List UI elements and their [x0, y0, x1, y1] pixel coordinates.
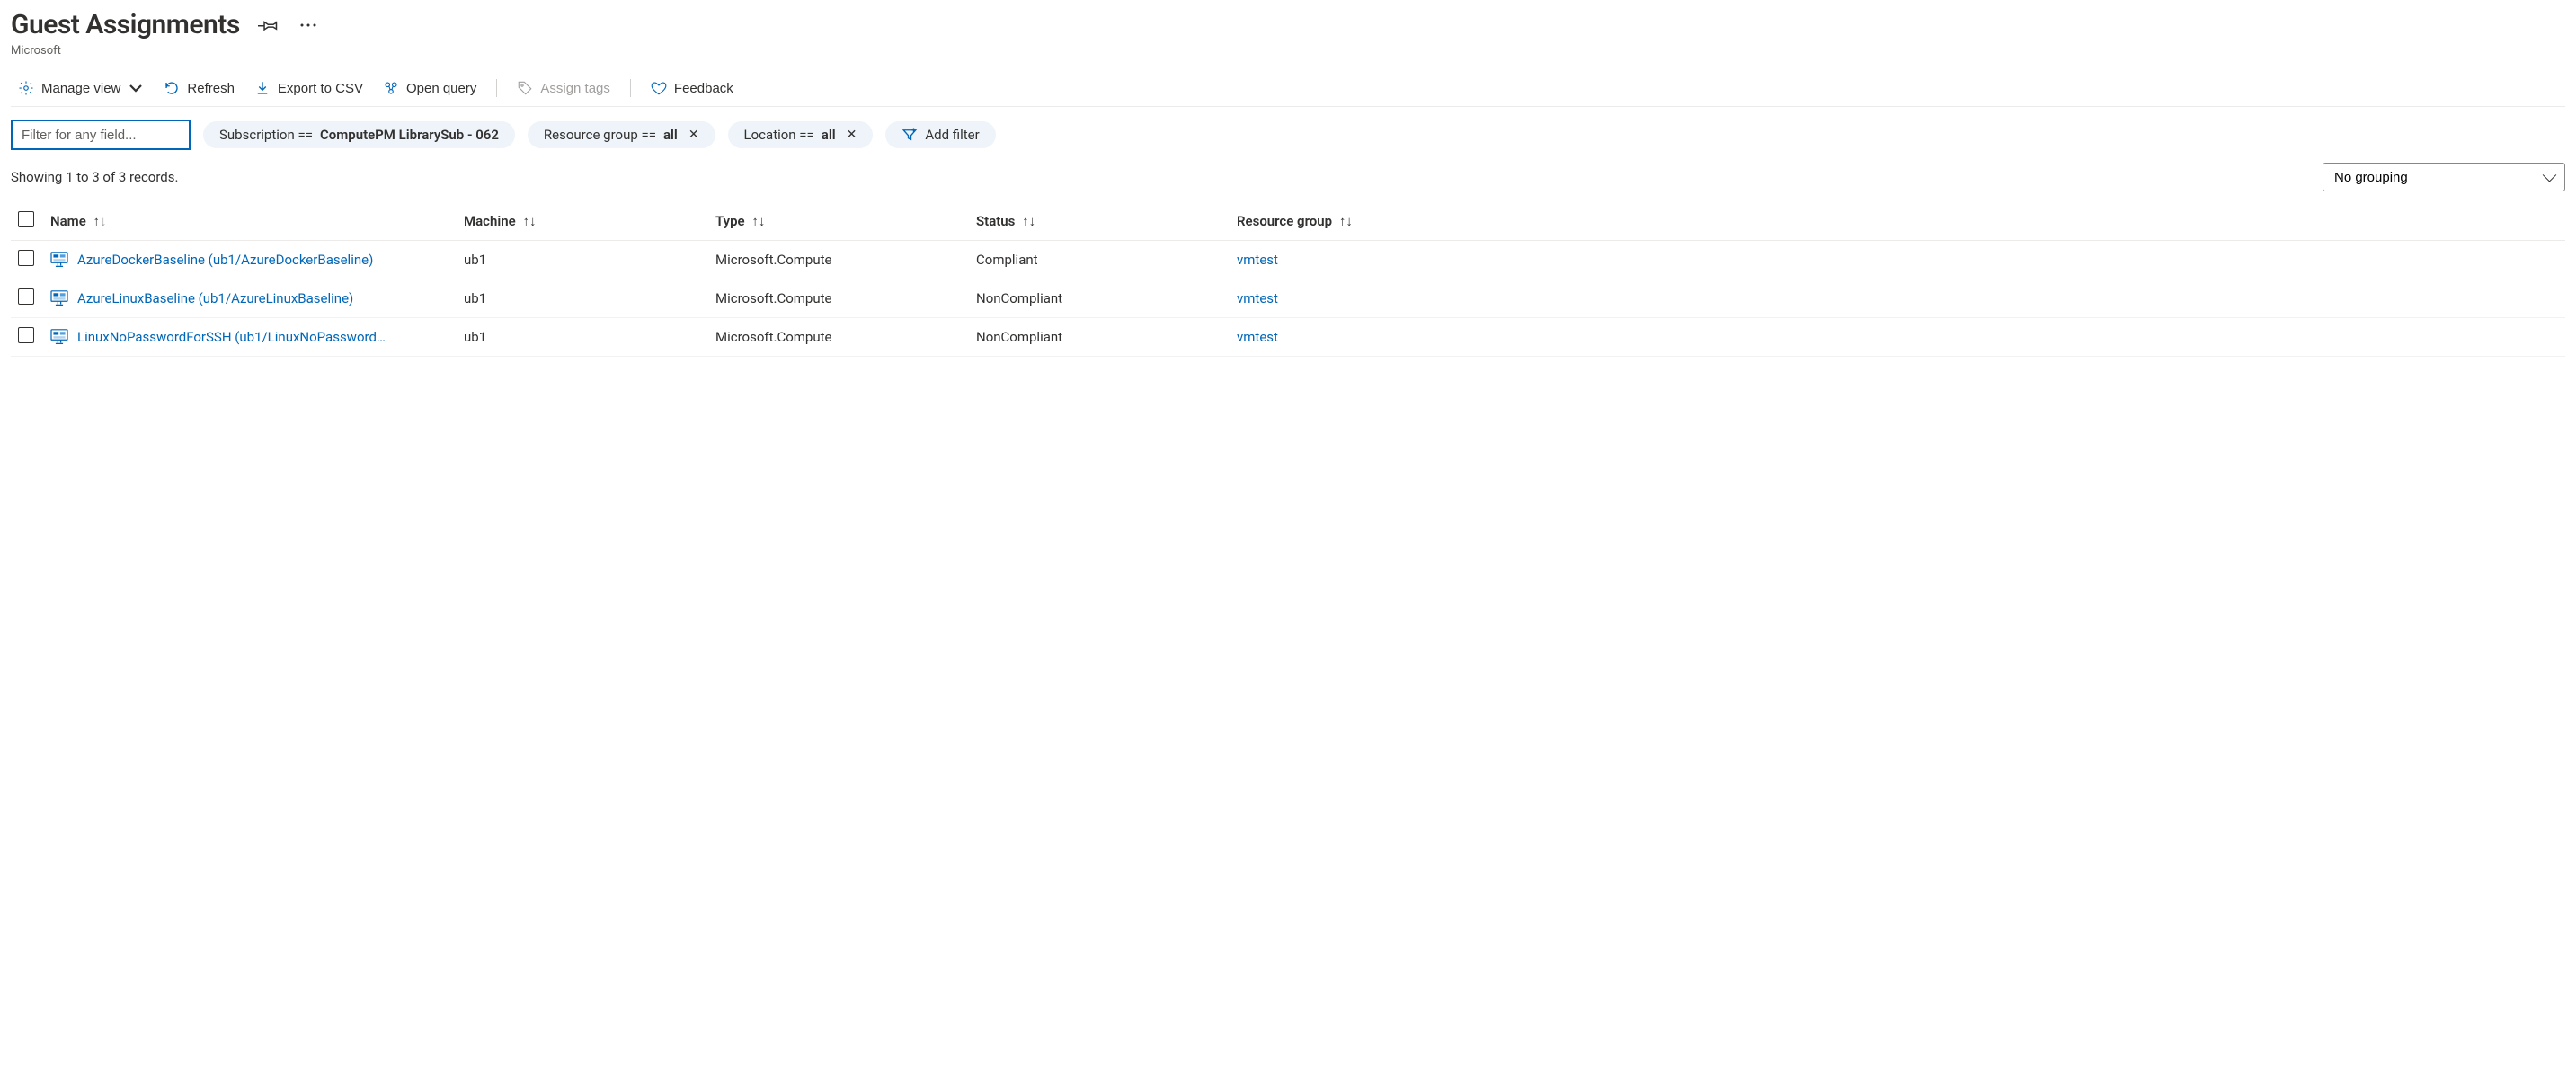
cell-type: Microsoft.Compute [708, 318, 969, 357]
assignment-name-link[interactable]: AzureDockerBaseline (ub1/AzureDockerBase… [77, 252, 373, 268]
resource-group-link[interactable]: vmtest [1237, 329, 1278, 345]
row-checkbox[interactable] [18, 288, 34, 305]
vm-icon [50, 252, 68, 268]
assignment-name-link[interactable]: AzureLinuxBaseline (ub1/AzureLinuxBaseli… [77, 290, 353, 306]
cell-machine: ub1 [457, 279, 708, 318]
close-icon[interactable]: ✕ [847, 128, 857, 142]
more-icon[interactable] [298, 14, 319, 36]
assign-tags-button: Assign tags [517, 80, 610, 96]
table-row: AzureLinuxBaseline (ub1/AzureLinuxBaseli… [11, 279, 2565, 318]
column-header-status[interactable]: Status ↑↓ [969, 202, 1230, 241]
vm-icon [50, 329, 68, 345]
filter-pill-location[interactable]: Location == all ✕ [728, 121, 874, 148]
gear-icon [18, 80, 34, 96]
export-csv-button[interactable]: Export to CSV [254, 80, 363, 96]
toolbar-separator [496, 79, 497, 97]
download-icon [254, 80, 271, 96]
toolbar: Manage view Refresh Export to CSV Open q… [11, 74, 2565, 107]
assignments-table: Name ↑↓ Machine ↑↓ Type ↑↓ Status ↑↓ Res… [11, 202, 2565, 357]
column-header-type[interactable]: Type ↑↓ [708, 202, 969, 241]
toolbar-separator [630, 79, 631, 97]
tag-icon [517, 80, 533, 96]
cell-type: Microsoft.Compute [708, 279, 969, 318]
records-summary: Showing 1 to 3 of 3 records. [11, 169, 178, 185]
cell-status: Compliant [969, 241, 1230, 279]
resource-group-link[interactable]: vmtest [1237, 290, 1278, 306]
page-title: Guest Assignments [11, 9, 240, 40]
cell-machine: ub1 [457, 241, 708, 279]
table-row: LinuxNoPasswordForSSH (ub1/LinuxNoPasswo… [11, 318, 2565, 357]
column-header-machine[interactable]: Machine ↑↓ [457, 202, 708, 241]
sort-icon: ↑↓ [93, 213, 107, 229]
refresh-icon [164, 80, 180, 96]
cell-status: NonCompliant [969, 279, 1230, 318]
sort-icon: ↑↓ [1339, 213, 1353, 229]
cell-machine: ub1 [457, 318, 708, 357]
manage-view-button[interactable]: Manage view [18, 80, 144, 96]
feedback-button[interactable]: Feedback [651, 80, 733, 96]
sort-icon: ↑↓ [751, 213, 765, 229]
chevron-down-icon [128, 80, 144, 96]
row-checkbox[interactable] [18, 250, 34, 266]
page-subtitle: Microsoft [11, 44, 2565, 58]
filter-pill-resource-group[interactable]: Resource group == all ✕ [528, 121, 715, 148]
open-query-button[interactable]: Open query [383, 80, 476, 96]
column-header-name[interactable]: Name ↑↓ [43, 202, 457, 241]
cell-type: Microsoft.Compute [708, 241, 969, 279]
pin-icon[interactable] [258, 14, 280, 36]
refresh-button[interactable]: Refresh [164, 80, 235, 96]
cell-status: NonCompliant [969, 318, 1230, 357]
heart-icon [651, 80, 667, 96]
filters-row: Subscription == ComputePM LibrarySub - 0… [11, 107, 2565, 163]
filter-pill-subscription[interactable]: Subscription == ComputePM LibrarySub - 0… [203, 121, 515, 148]
add-filter-button[interactable]: Add filter [885, 121, 995, 148]
resource-group-link[interactable]: vmtest [1237, 252, 1278, 268]
select-all-checkbox[interactable] [18, 211, 34, 227]
vm-icon [50, 290, 68, 306]
filter-input[interactable] [11, 120, 191, 150]
query-icon [383, 80, 399, 96]
column-header-resource-group[interactable]: Resource group ↑↓ [1230, 202, 2565, 241]
row-checkbox[interactable] [18, 327, 34, 343]
sort-icon: ↑↓ [1022, 213, 1035, 229]
assignment-name-link[interactable]: LinuxNoPasswordForSSH (ub1/LinuxNoPasswo… [77, 329, 386, 345]
filter-add-icon [902, 127, 918, 143]
grouping-select[interactable]: No grouping [2323, 163, 2565, 191]
table-row: AzureDockerBaseline (ub1/AzureDockerBase… [11, 241, 2565, 279]
sort-icon: ↑↓ [522, 213, 536, 229]
close-icon[interactable]: ✕ [688, 128, 699, 142]
